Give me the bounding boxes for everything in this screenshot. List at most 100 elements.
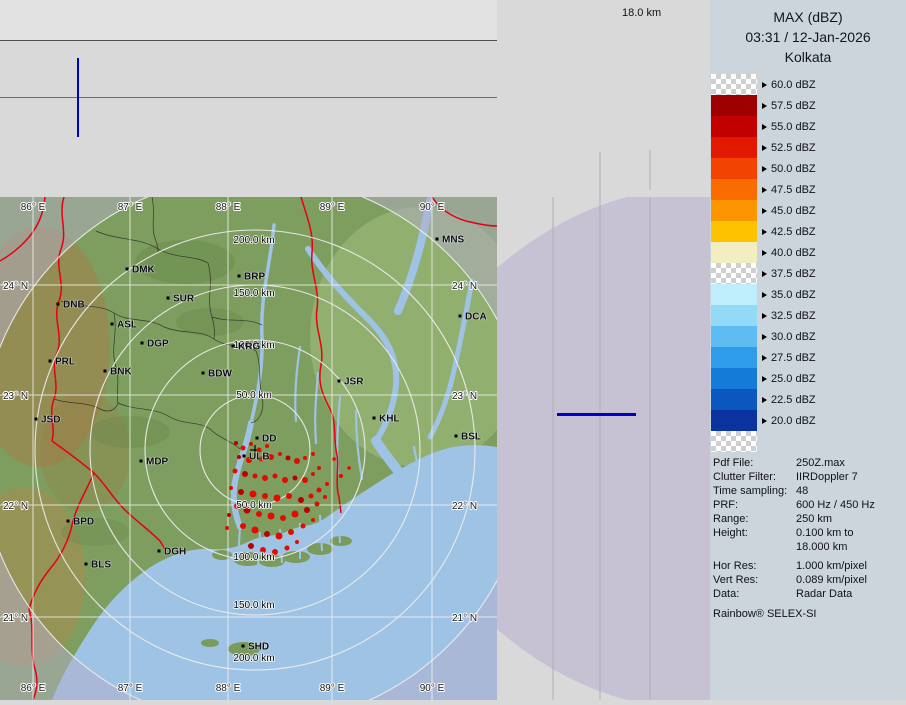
range-ring-label: 50.0 km bbox=[236, 390, 272, 401]
echo-blob bbox=[268, 513, 275, 520]
legend-swatch bbox=[711, 179, 757, 200]
echo-blob bbox=[276, 533, 283, 540]
info-key: Height: bbox=[713, 526, 796, 540]
radar-map: 200.0 km150.0 km100.0 km50.0 km50.0 km10… bbox=[0, 197, 497, 700]
legend-arrow-icon bbox=[762, 145, 767, 151]
lon-label: 88° E bbox=[216, 202, 241, 213]
legend-arrow-icon bbox=[762, 208, 767, 214]
legend-arrow-icon bbox=[762, 334, 767, 340]
city-label-dmk: DMK bbox=[132, 265, 156, 276]
legend-arrow-icon bbox=[762, 229, 767, 235]
range-ring-label: 150.0 km bbox=[233, 288, 274, 299]
city-dot bbox=[242, 645, 245, 648]
cross-section-echo bbox=[77, 58, 79, 137]
city-dot bbox=[158, 550, 161, 553]
city-label-prl: PRL bbox=[55, 357, 75, 368]
legend-swatch bbox=[711, 263, 757, 284]
echo-blob bbox=[292, 511, 299, 518]
legend-entry-label: 20.0 dBZ bbox=[771, 415, 816, 427]
city-label-khl: KHL bbox=[379, 414, 400, 425]
legend-entry-label: 22.5 dBZ bbox=[771, 394, 816, 406]
top-height-label: 18.0 km bbox=[622, 7, 661, 19]
legend-swatch bbox=[711, 347, 757, 368]
legend-swatch bbox=[711, 116, 757, 137]
echo-blob bbox=[233, 469, 238, 474]
lat-label: 22° N bbox=[452, 501, 477, 512]
echo-blob bbox=[317, 466, 321, 470]
echo-blob bbox=[323, 495, 327, 499]
echo-blob bbox=[262, 493, 268, 499]
legend-swatch bbox=[711, 389, 757, 410]
echo-blob bbox=[240, 523, 246, 529]
info-key: Range: bbox=[713, 512, 796, 526]
echo-blob bbox=[347, 466, 351, 470]
echo-blob bbox=[248, 543, 254, 549]
radar-map-panel: 200.0 km150.0 km100.0 km50.0 km50.0 km10… bbox=[0, 197, 497, 700]
city-dot bbox=[238, 275, 241, 278]
city-dot bbox=[126, 268, 129, 271]
legend-row: 60.0 dBZ bbox=[711, 74, 816, 95]
echo-blob bbox=[294, 458, 300, 464]
legend-swatch bbox=[711, 305, 757, 326]
echo-blob bbox=[250, 491, 257, 498]
legend-datetime: 03:31 / 12-Jan-2026 bbox=[710, 27, 906, 47]
city-label-mns: MNS bbox=[442, 235, 465, 246]
side-cross-section-panel bbox=[497, 150, 710, 700]
lat-label: 23° N bbox=[452, 391, 477, 402]
info-key: Clutter Filter: bbox=[713, 470, 796, 484]
lon-label: 90° E bbox=[420, 202, 445, 213]
legend-arrow-icon bbox=[762, 313, 767, 319]
side-panel-graphic bbox=[497, 150, 710, 700]
city-dot bbox=[459, 315, 462, 318]
legend-entry-label: 40.0 dBZ bbox=[771, 247, 816, 259]
info-row: Pdf File:250Z.max bbox=[713, 456, 902, 470]
range-ring-label: 200.0 km bbox=[233, 653, 274, 664]
lat-label: 24° N bbox=[452, 281, 477, 292]
city-label-sur: SUR bbox=[173, 294, 195, 305]
legend-swatch bbox=[711, 221, 757, 242]
city-label-brp: BRP bbox=[244, 272, 265, 283]
legend-arrow-icon bbox=[762, 166, 767, 172]
lon-label: 89° E bbox=[320, 683, 345, 694]
info-key: Data: bbox=[713, 587, 796, 601]
legend-entry-label: 32.5 dBZ bbox=[771, 310, 816, 322]
echo-blob bbox=[332, 457, 336, 461]
legend-info: Pdf File:250Z.maxClutter Filter:IIRDoppl… bbox=[713, 456, 902, 601]
city-label-dd: DD bbox=[262, 434, 276, 445]
city-dot bbox=[67, 520, 70, 523]
lon-label: 87° E bbox=[118, 683, 143, 694]
echo-blob bbox=[309, 494, 314, 499]
info-row: Data:Radar Data bbox=[713, 587, 902, 601]
echo-blob bbox=[302, 477, 308, 483]
info-value: IIRDoppler 7 bbox=[796, 471, 858, 483]
legend-entry-label: 30.0 dBZ bbox=[771, 331, 816, 343]
info-value: 18.000 km bbox=[796, 541, 847, 553]
city-label-dgh: DGH bbox=[164, 547, 186, 558]
legend-colorbar: 60.0 dBZ57.5 dBZ55.0 dBZ52.5 dBZ50.0 dBZ… bbox=[711, 74, 816, 452]
height-reference-line bbox=[0, 97, 497, 98]
info-row: Height:0.100 km to bbox=[713, 526, 902, 540]
legend-row: 20.0 dBZ bbox=[711, 410, 816, 431]
city-dot bbox=[167, 297, 170, 300]
echo-blob bbox=[238, 489, 244, 495]
city-label-krg: KRG bbox=[238, 342, 260, 353]
echo-blob bbox=[339, 474, 343, 478]
legend-row: 57.5 dBZ bbox=[711, 95, 816, 116]
city-label-asl: ASL bbox=[117, 320, 137, 331]
city-dot bbox=[436, 238, 439, 241]
echo-blob bbox=[237, 455, 241, 459]
legend-swatch bbox=[711, 137, 757, 158]
lon-label: 86° E bbox=[21, 202, 46, 213]
legend-entry-label: 25.0 dBZ bbox=[771, 373, 816, 385]
city-label-mdp: MDP bbox=[146, 457, 169, 468]
legend-row: 35.0 dBZ bbox=[711, 284, 816, 305]
city-dot bbox=[111, 323, 114, 326]
city-dot bbox=[202, 372, 205, 375]
echo-blob bbox=[293, 476, 298, 481]
city-dot bbox=[256, 437, 259, 440]
lon-label: 89° E bbox=[320, 202, 345, 213]
info-key: Time sampling: bbox=[713, 484, 796, 498]
legend-entry-label: 52.5 dBZ bbox=[771, 142, 816, 154]
range-ring-label: 100.0 km bbox=[233, 552, 274, 563]
echo-blob bbox=[311, 518, 315, 522]
